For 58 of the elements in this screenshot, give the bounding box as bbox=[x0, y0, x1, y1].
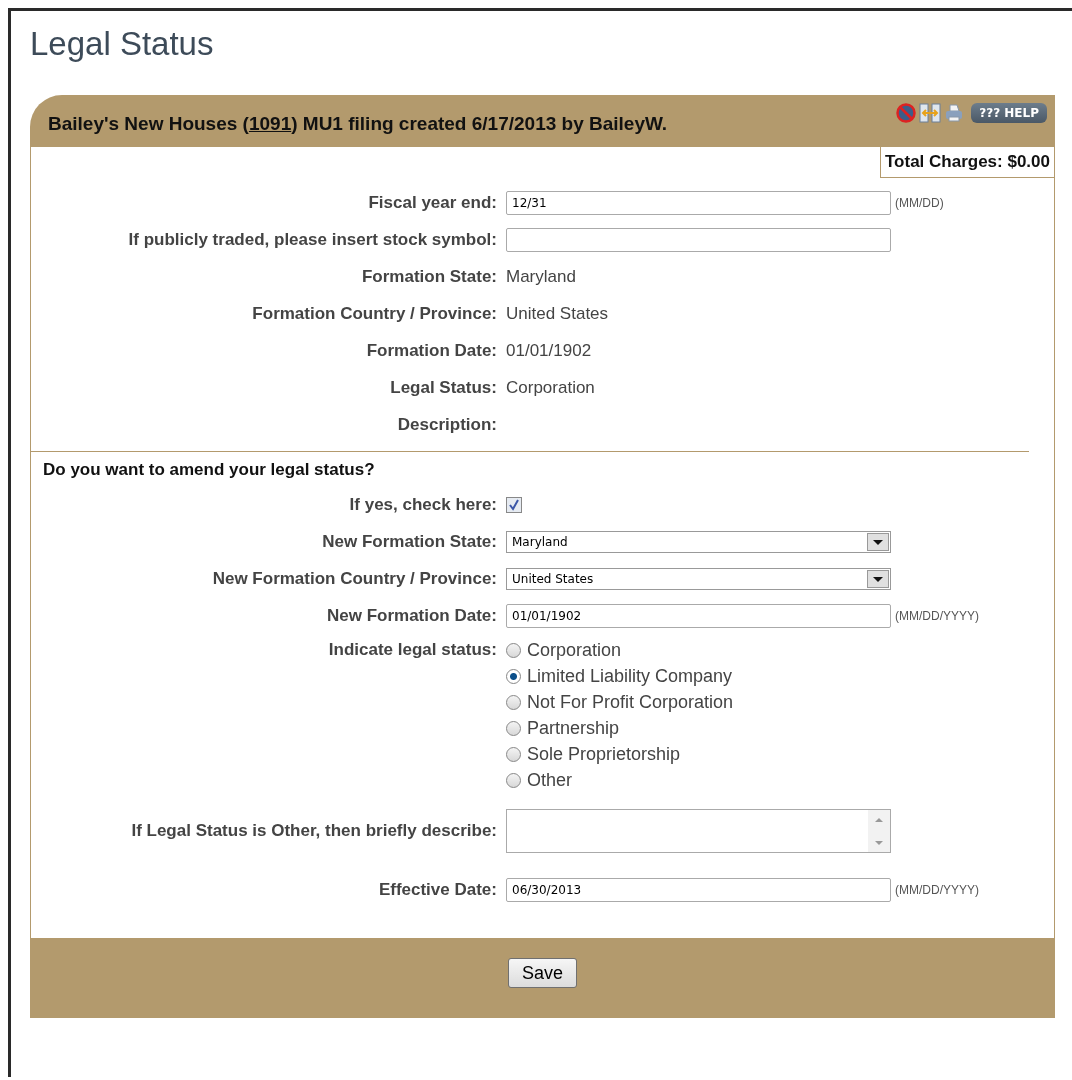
field-label: If Legal Status is Other, then briefly describe: bbox=[130, 821, 497, 841]
text-field[interactable]: 06/30/2013 bbox=[506, 877, 891, 902]
radio-label: Partnership bbox=[527, 718, 620, 739]
field-value: Maryland bbox=[506, 266, 576, 287]
field-value: United States bbox=[506, 303, 609, 324]
field-label: Fiscal year end: bbox=[367, 192, 497, 213]
radio-label: Sole Proprietorship bbox=[527, 744, 681, 765]
field-label: Formation Date: bbox=[365, 340, 497, 361]
text-area[interactable] bbox=[506, 809, 891, 853]
radio-button[interactable] bbox=[506, 747, 521, 762]
dropdown-field[interactable]: United States bbox=[506, 567, 891, 590]
field-label: Effective Date: bbox=[377, 879, 497, 900]
field-label: Formation Country / Province: bbox=[251, 303, 497, 324]
text-field[interactable]: 12/31 bbox=[506, 190, 891, 215]
radio-button[interactable] bbox=[506, 643, 521, 658]
field-label: Legal Status: bbox=[389, 377, 497, 398]
filing-link[interactable]: 1091 bbox=[248, 113, 292, 134]
radio-option[interactable]: Other bbox=[506, 770, 1054, 791]
printer-icon[interactable] bbox=[944, 103, 965, 123]
field-value: Corporation bbox=[506, 377, 595, 398]
field-label: If yes, check here: bbox=[348, 494, 497, 515]
no-entry-globe-icon[interactable] bbox=[896, 103, 917, 123]
format-hint: (MM/DD/YYYY) bbox=[895, 608, 979, 623]
field-label: New Formation Date: bbox=[325, 605, 497, 626]
radio-label: Other bbox=[527, 770, 573, 791]
text-field[interactable] bbox=[506, 227, 891, 252]
radio-label: Corporation bbox=[527, 640, 622, 661]
text-field[interactable]: 01/01/1902 bbox=[506, 603, 891, 628]
radio-label: Limited Liability Company bbox=[527, 666, 733, 687]
save-button[interactable]: Save bbox=[508, 958, 577, 988]
field-label: If publicly traded, please insert stock symbol: bbox=[127, 229, 497, 250]
radio-button[interactable] bbox=[506, 773, 521, 788]
radio-button[interactable] bbox=[506, 695, 521, 710]
format-hint: (MM/DD/YYYY) bbox=[895, 882, 979, 897]
compare-icon[interactable] bbox=[919, 103, 942, 123]
field-label: Description: bbox=[396, 414, 497, 435]
format-hint: (MM/DD) bbox=[895, 195, 944, 210]
filing-title: Bailey's New Houses (1091) MU1 filing created 6/17/2013 by BaileyW. bbox=[48, 112, 668, 135]
total-charges: Total Charges: $0.00 bbox=[879, 147, 1054, 178]
radio-label: Not For Profit Corporation bbox=[527, 692, 734, 713]
radio-button[interactable] bbox=[506, 721, 521, 736]
field-value: 01/01/1902 bbox=[506, 340, 592, 361]
help-button[interactable]: ??? HELP bbox=[971, 103, 1047, 123]
radio-button[interactable] bbox=[506, 669, 521, 684]
section-heading: Do you want to amend your legal status? bbox=[42, 459, 376, 481]
checkbox[interactable] bbox=[506, 496, 522, 513]
radio-option[interactable]: Partnership bbox=[506, 718, 1054, 739]
radio-option[interactable]: Limited Liability Company bbox=[506, 666, 1054, 687]
dropdown-field[interactable]: Maryland bbox=[506, 530, 891, 553]
scrollbar-icon[interactable] bbox=[868, 810, 890, 852]
radio-option[interactable]: Not For Profit Corporation bbox=[506, 692, 1054, 713]
radio-option[interactable]: Corporation bbox=[506, 640, 1054, 661]
field-label: Formation State: bbox=[360, 266, 497, 287]
field-label: Indicate legal status: bbox=[327, 639, 497, 660]
radio-option[interactable]: Sole Proprietorship bbox=[506, 744, 1054, 765]
page-title: Legal Status bbox=[30, 25, 215, 64]
field-label: New Formation Country / Province: bbox=[211, 568, 497, 589]
field-label: New Formation State: bbox=[321, 531, 497, 552]
